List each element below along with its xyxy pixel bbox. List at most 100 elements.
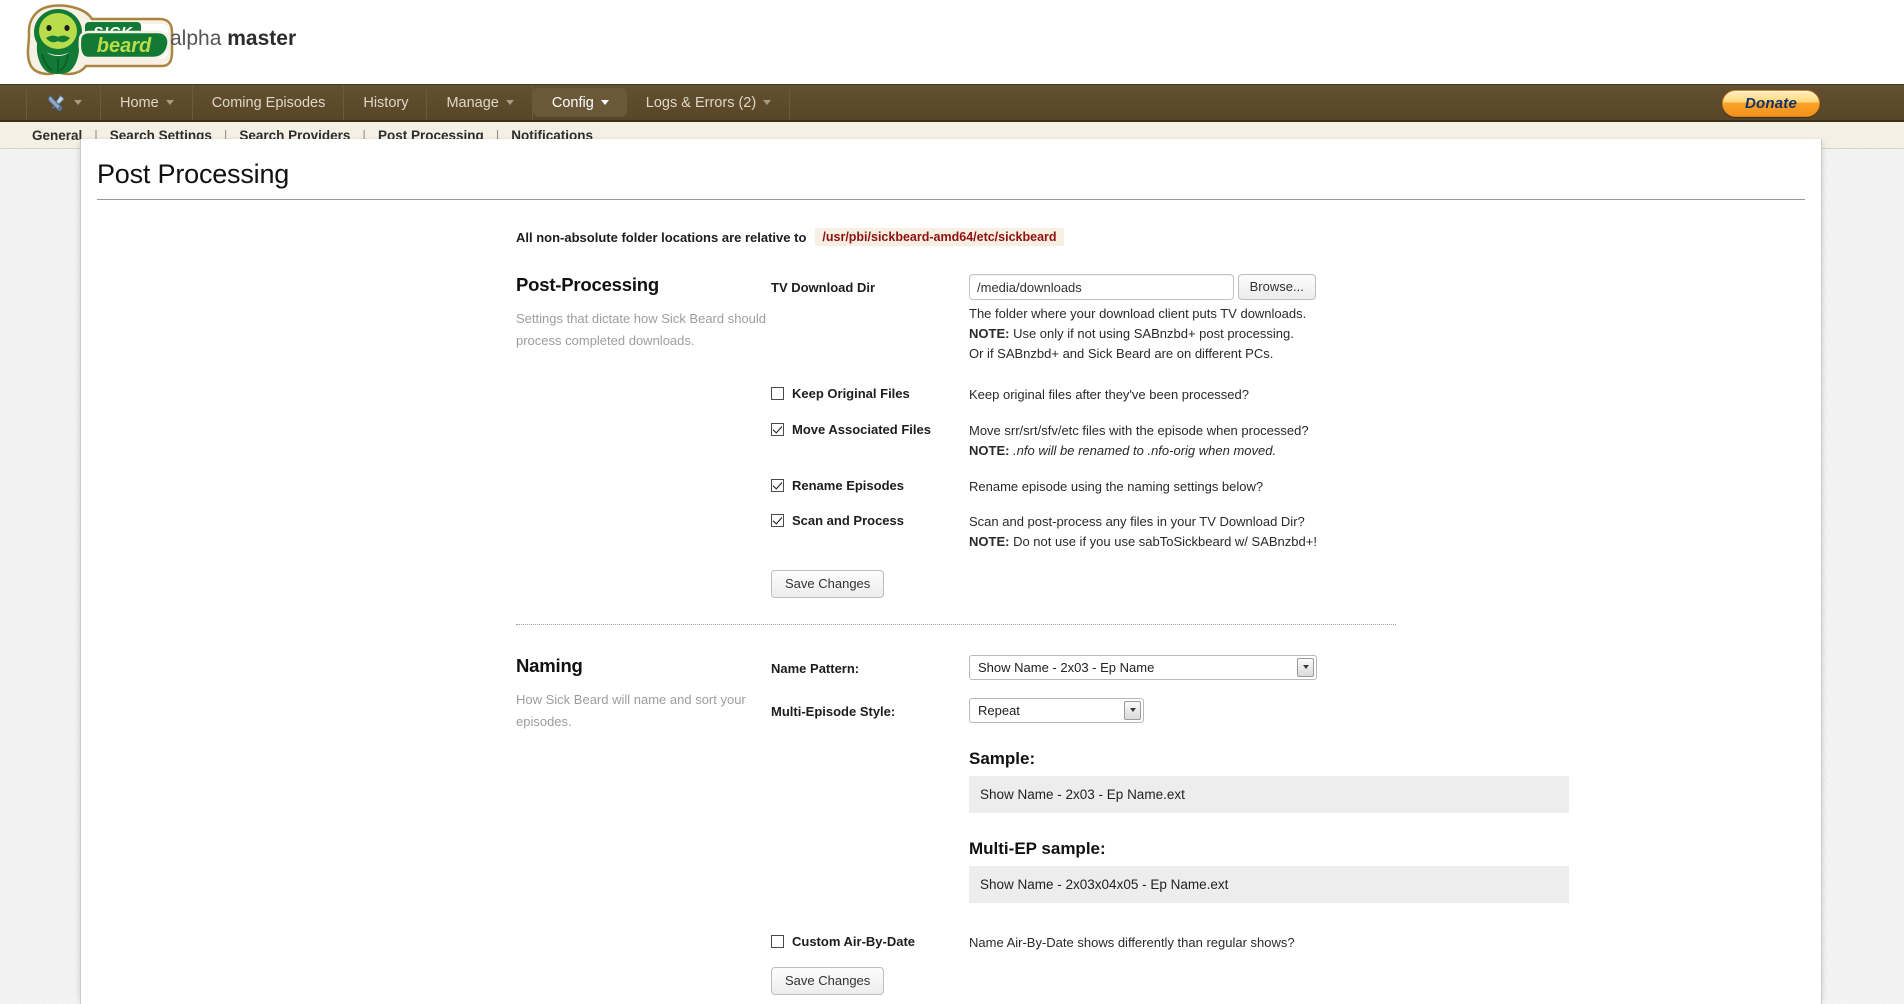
nav-item-manage[interactable]: Manage: [427, 85, 533, 120]
custom-air-by-date-label: Custom Air-By-Date: [792, 933, 916, 949]
nav-item-config[interactable]: Config: [532, 88, 627, 117]
main-navigation: Home Coming Episodes History Manage Conf…: [0, 84, 1904, 122]
naming-fields: Name Pattern: Show Name - 2x03 - Ep Name…: [771, 651, 1821, 995]
naming-actions: Save Changes: [771, 966, 1821, 995]
chevron-down-icon: [600, 100, 609, 105]
name-pattern-label: Name Pattern:: [771, 660, 860, 676]
save-changes-button-naming[interactable]: Save Changes: [771, 966, 885, 995]
version-label: alpha master: [170, 27, 296, 51]
tv-download-dir-hint-line2: NOTE: Use only if not using SABnzbd+ pos…: [969, 324, 1821, 344]
note-text: Do not use if you use sabToSickbeard w/ …: [1009, 534, 1317, 549]
checkbox-row-move-associated-files: Move Associated Files Move srr/srt/sfv/e…: [771, 421, 1821, 461]
page-title: Post Processing: [97, 159, 1805, 200]
donate-button[interactable]: Donate: [1722, 90, 1820, 117]
move-associated-files-checkbox[interactable]: [771, 423, 784, 436]
relative-path-notice: All non-absolute folder locations are re…: [81, 228, 1821, 246]
svg-text:beard: beard: [97, 35, 152, 57]
nav-item-logs-errors-label: Logs & Errors (2): [645, 94, 757, 111]
chevron-down-icon[interactable]: [1124, 700, 1141, 720]
tv-download-dir-body: Browse... The folder where your download…: [969, 274, 1821, 363]
rename-episodes-control[interactable]: Rename Episodes: [771, 477, 969, 497]
multi-episode-style-label: Multi-Episode Style:: [771, 703, 896, 719]
post-processing-intro: Post-Processing Settings that dictate ho…: [516, 270, 771, 598]
checkbox-row-scan-and-process: Scan and Process Scan and post-process a…: [771, 512, 1821, 552]
tv-download-dir-hint-line1: The folder where your download client pu…: [969, 306, 1307, 321]
desc-line-2: NOTE: .nfo will be renamed to .nfo-orig …: [969, 441, 1821, 461]
nav-item-history[interactable]: History: [344, 85, 428, 120]
desc-line-1: Scan and post-process any files in your …: [969, 514, 1305, 530]
checkbox-row-keep-original-files: Keep Original Files Keep original files …: [771, 385, 1821, 405]
sickbeard-logo[interactable]: SICK beard: [22, 2, 174, 80]
multi-ep-sample-heading: Multi-EP sample:: [969, 838, 1106, 858]
keep-original-files-description: Keep original files after they've been p…: [969, 385, 1821, 405]
nav-item-tools[interactable]: [26, 85, 101, 120]
chevron-down-icon: [763, 100, 772, 105]
desc-line-1: Rename episode using the naming settings…: [969, 478, 1264, 494]
keep-original-files-label: Keep Original Files: [792, 386, 910, 402]
chevron-down-icon: [505, 100, 514, 105]
chevron-down-icon: [165, 100, 174, 105]
subnav-item-general[interactable]: General: [30, 128, 84, 143]
post-processing-description: Settings that dictate how Sick Beard sho…: [516, 311, 767, 348]
scan-and-process-control[interactable]: Scan and Process: [771, 512, 969, 552]
note-label: NOTE:: [969, 325, 1010, 341]
checkbox-row-custom-air-by-date: Custom Air-By-Date Name Air-By-Date show…: [771, 933, 1821, 953]
post-processing-actions: Save Changes: [771, 569, 1821, 598]
scan-and-process-checkbox[interactable]: [771, 514, 784, 528]
chevron-down-icon: [74, 100, 82, 105]
keep-original-files-checkbox[interactable]: [771, 387, 784, 401]
tv-download-dir-label: TV Download Dir: [771, 280, 875, 295]
section-post-processing: Post-Processing Settings that dictate ho…: [516, 270, 1821, 598]
tv-download-dir-row: TV Download Dir Browse... The folder whe…: [771, 274, 1821, 363]
nav-item-manage-label: Manage: [446, 94, 499, 111]
browse-button[interactable]: Browse...: [1237, 274, 1316, 300]
custom-air-by-date-checkbox[interactable]: [771, 934, 784, 948]
nav-item-coming-episodes[interactable]: Coming Episodes: [193, 85, 345, 120]
nav-item-logs-errors[interactable]: Logs & Errors (2): [627, 85, 791, 120]
rename-episodes-checkbox[interactable]: [771, 478, 784, 492]
desc-line-1: Keep original files after they've been p…: [969, 387, 1249, 403]
rename-episodes-label: Rename Episodes: [792, 477, 904, 493]
content-container: Post Processing All non-absolute folder …: [80, 139, 1822, 1004]
save-changes-button-post-processing[interactable]: Save Changes: [771, 569, 885, 598]
post-processing-heading: Post-Processing: [516, 274, 659, 295]
masthead: SICK beard alpha master: [0, 0, 1904, 84]
name-pattern-select[interactable]: Show Name - 2x03 - Ep Name: [969, 654, 1317, 680]
note-label: NOTE:: [969, 534, 1010, 549]
rename-episodes-description: Rename episode using the naming settings…: [969, 477, 1821, 497]
desc-line-1: Move srr/srt/sfv/etc files with the epis…: [969, 423, 1309, 438]
tools-icon: [45, 93, 67, 113]
note-text: .nfo will be renamed to .nfo-orig when m…: [1009, 442, 1277, 458]
name-pattern-body: Show Name - 2x03 - Ep Name: [969, 654, 1821, 680]
scan-and-process-label: Scan and Process: [792, 513, 904, 529]
custom-air-by-date-description: Name Air-By-Date shows differently than …: [969, 934, 1295, 950]
keep-original-files-control[interactable]: Keep Original Files: [771, 385, 969, 405]
sample-heading: Sample:: [969, 748, 1036, 768]
note-text: Use only if not using SABnzbd+ post proc…: [1009, 325, 1294, 341]
multi-ep-sample-value: Show Name - 2x03x04x05 - Ep Name.ext: [969, 865, 1569, 903]
multi-episode-style-select[interactable]: Repeat: [969, 697, 1144, 723]
section-naming: Naming How Sick Beard will name and sort…: [516, 651, 1821, 995]
tv-download-dir-hint-line3: Or if SABnzbd+ and Sick Beard are on dif…: [969, 345, 1274, 361]
move-associated-files-description: Move srr/srt/sfv/etc files with the epis…: [969, 421, 1821, 461]
tv-download-dir-hint: The folder where your download client pu…: [969, 304, 1821, 363]
nav-item-history-label: History: [363, 94, 409, 111]
version-branch: master: [227, 27, 297, 50]
chevron-down-icon[interactable]: [1297, 657, 1314, 677]
scan-and-process-description: Scan and post-process any files in your …: [969, 512, 1821, 552]
note-label: NOTE:: [969, 442, 1010, 458]
relative-path-value: /usr/pbi/sickbeard-amd64/etc/sickbeard: [815, 228, 1064, 246]
move-associated-files-label: Move Associated Files: [792, 422, 931, 437]
relative-path-notice-text: All non-absolute folder locations are re…: [516, 229, 807, 245]
checkbox-row-rename-episodes: Rename Episodes Rename episode using the…: [771, 477, 1821, 497]
nav-item-home-label: Home: [120, 94, 159, 111]
custom-air-by-date-control[interactable]: Custom Air-By-Date: [771, 933, 969, 953]
nav-item-home[interactable]: Home: [101, 85, 193, 120]
sample-value: Show Name - 2x03 - Ep Name.ext: [969, 775, 1569, 813]
desc-line-2: NOTE: Do not use if you use sabToSickbea…: [969, 532, 1821, 552]
name-pattern-row: Name Pattern: Show Name - 2x03 - Ep Name: [771, 654, 1821, 680]
move-associated-files-control[interactable]: Move Associated Files: [771, 421, 969, 461]
nav-item-config-label: Config: [551, 94, 594, 111]
multi-episode-style-row: Multi-Episode Style: Repeat: [771, 697, 1821, 723]
tv-download-dir-input[interactable]: [969, 274, 1234, 300]
